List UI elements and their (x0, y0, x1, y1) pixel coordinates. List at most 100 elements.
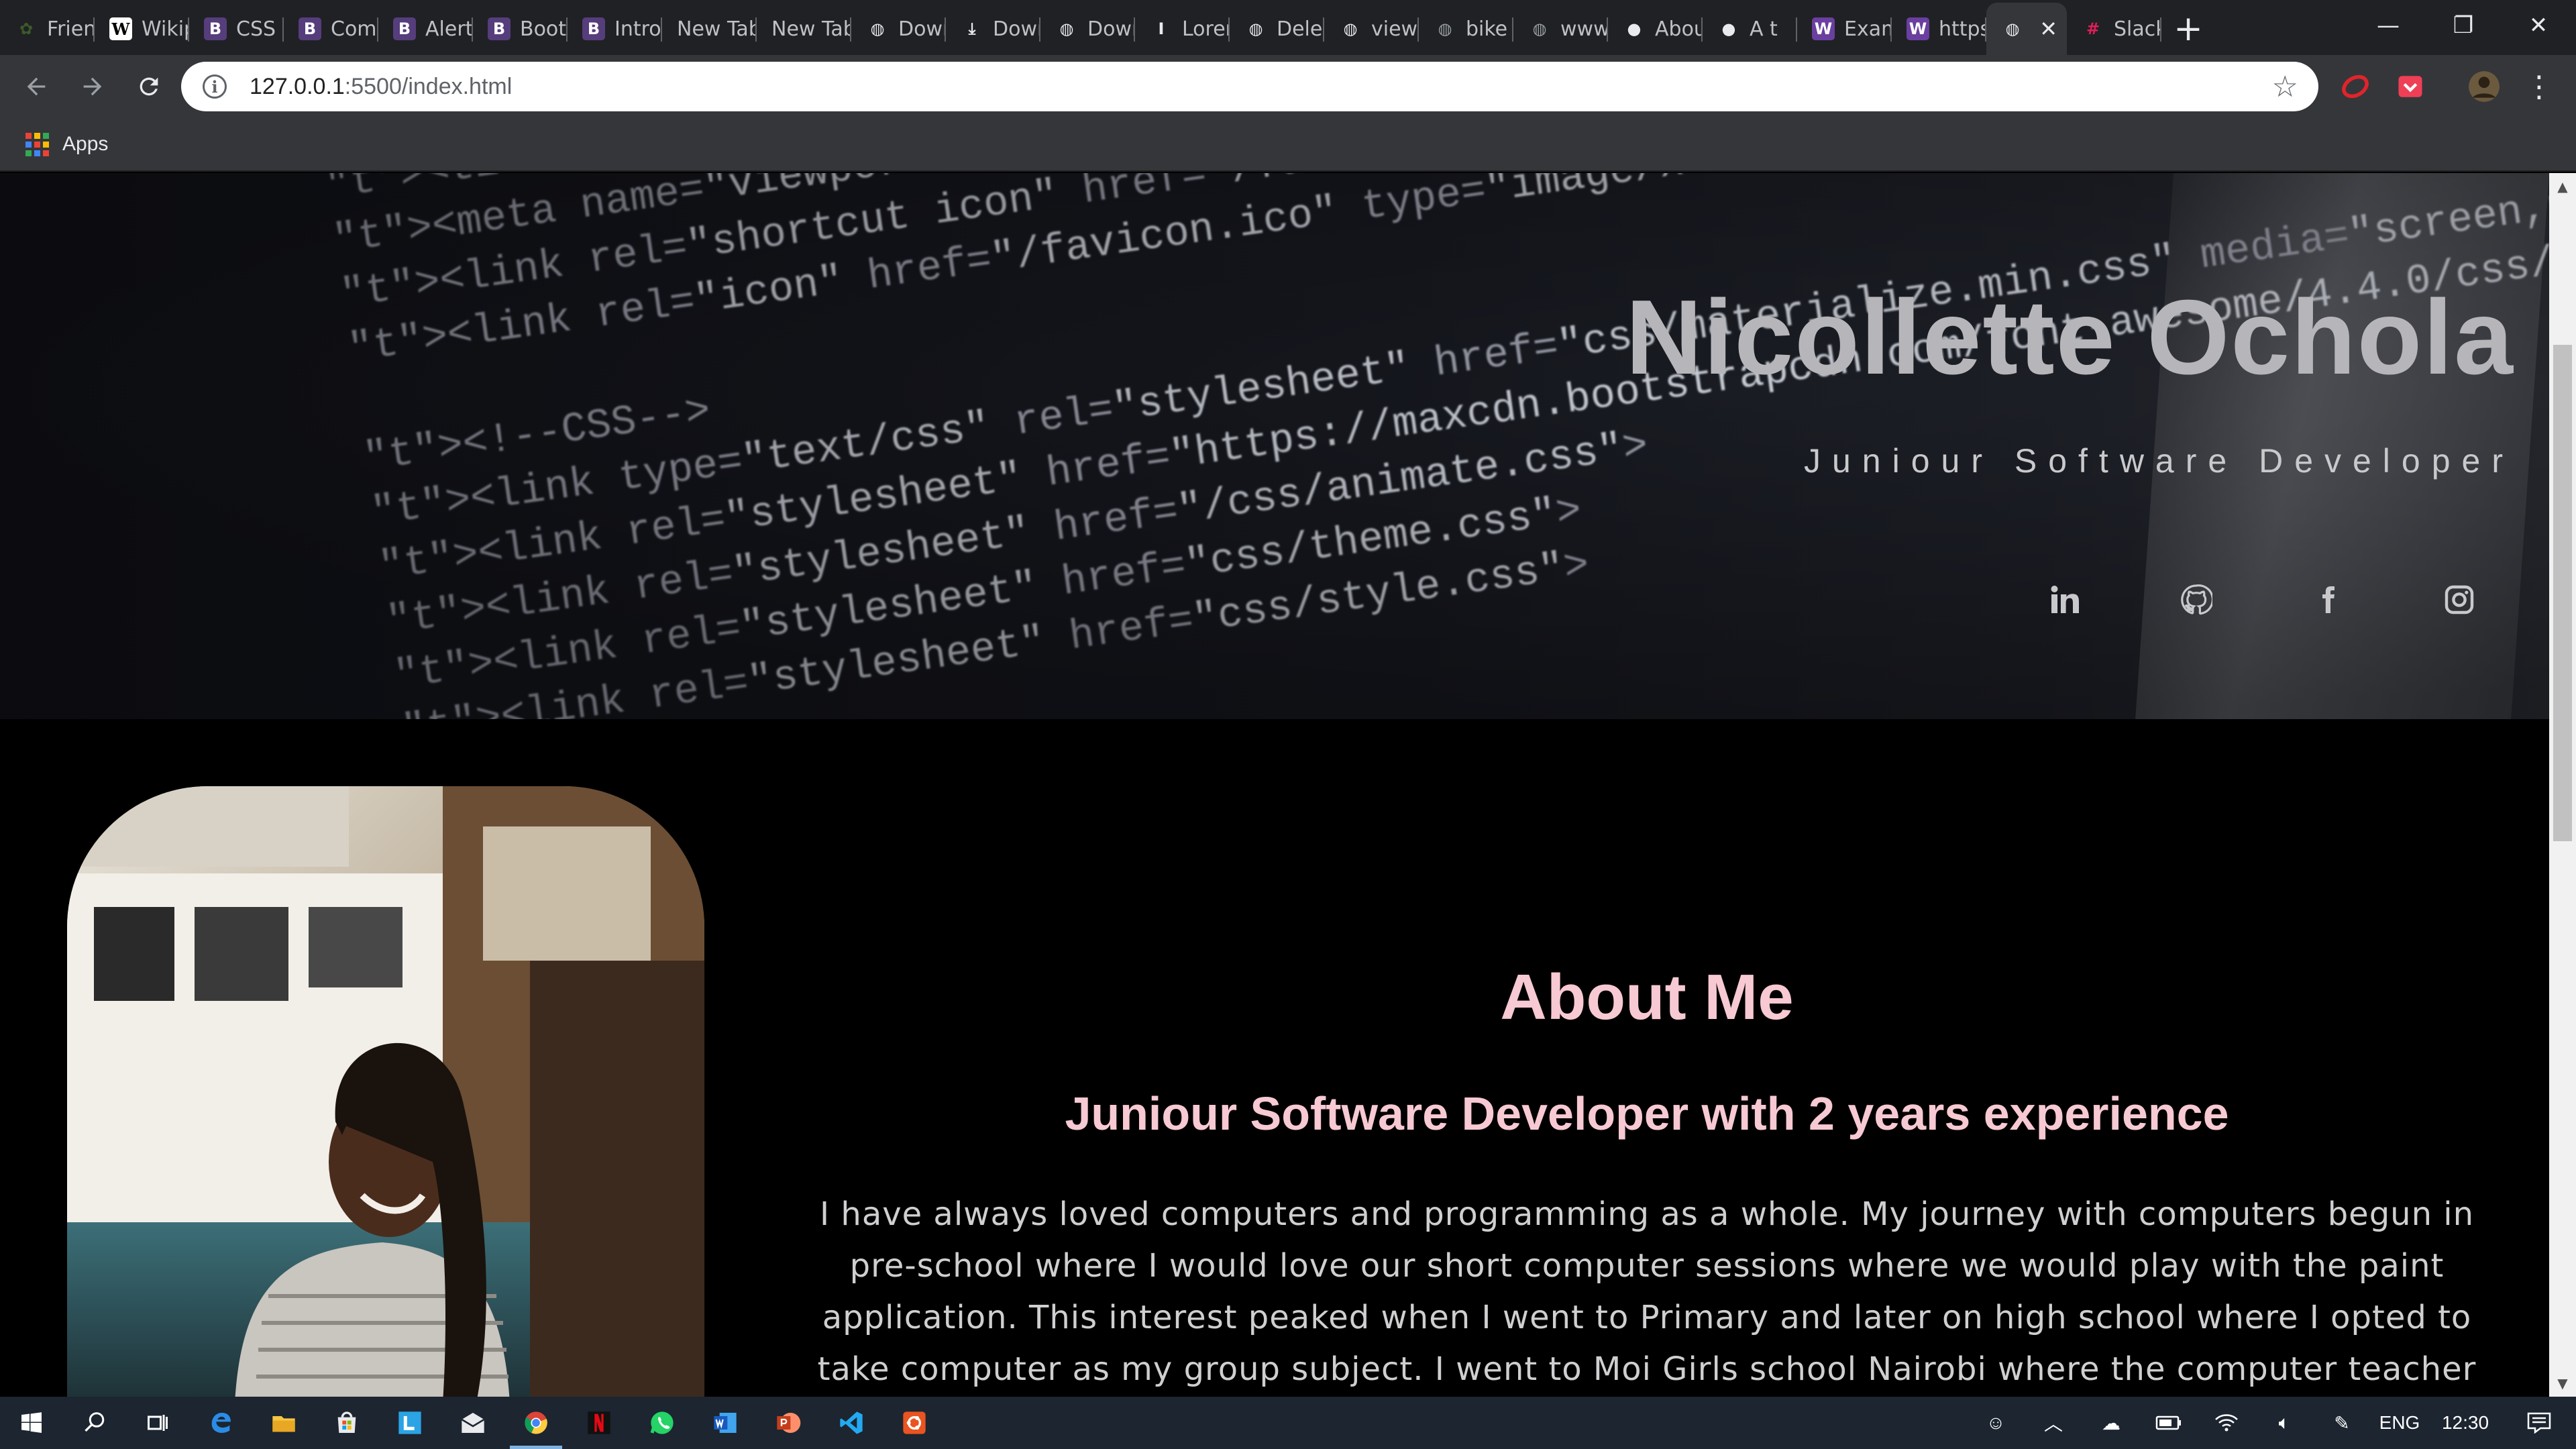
bootstrap-icon: B (299, 17, 321, 40)
restore-button[interactable]: ❐ (2426, 0, 2501, 51)
lastpass-extension-icon[interactable] (2333, 64, 2377, 109)
tab-title: About (1655, 17, 1703, 41)
netflix-icon (586, 1409, 612, 1436)
store-icon (333, 1409, 360, 1436)
task-view-icon (146, 1411, 170, 1435)
close-tab-icon[interactable]: ✕ (2039, 16, 2057, 42)
mail-taskbar-button[interactable] (441, 1397, 504, 1449)
tab-title: A t (1750, 17, 1778, 41)
browser-tab[interactable]: ◍ Delete (1230, 3, 1324, 55)
site-info-icon[interactable]: i (203, 74, 227, 99)
browser-tab[interactable]: ◍ Download (1040, 3, 1135, 55)
browser-tab[interactable]: B Alerts (378, 3, 473, 55)
tab-title: Components (331, 17, 378, 41)
chrome-icon (523, 1409, 549, 1436)
vscode-taskbar-button[interactable] (820, 1397, 883, 1449)
browser-tab[interactable]: B CSS (189, 3, 284, 55)
chrome-taskbar-button[interactable] (504, 1397, 568, 1449)
pocket-extension-icon[interactable] (2388, 64, 2432, 109)
app-l-taskbar-button[interactable] (378, 1397, 441, 1449)
vscode-icon (838, 1409, 865, 1436)
tab-title: Example (1844, 17, 1892, 41)
reload-button[interactable] (121, 58, 177, 115)
netflix-taskbar-button[interactable] (568, 1397, 631, 1449)
github-link[interactable] (2131, 573, 2262, 627)
browser-tab[interactable]: ◍ view (1324, 3, 1419, 55)
wifi-icon[interactable] (2198, 1397, 2255, 1449)
edge-icon (207, 1409, 234, 1436)
browser-tab[interactable]: ⤓ Download (946, 3, 1040, 55)
minimize-button[interactable]: — (2351, 0, 2426, 51)
instagram-link[interactable] (2394, 573, 2525, 627)
file-explorer-taskbar-button[interactable] (252, 1397, 315, 1449)
browser-tab[interactable]: B Components (284, 3, 378, 55)
browser-tab[interactable]: W Wikipedia (95, 3, 189, 55)
browser-toolbar: i 127.0.0.1:5500/index.html ☆ ⋮ (0, 55, 2576, 118)
browser-tab[interactable]: I Lorem (1135, 3, 1230, 55)
browser-tab[interactable]: ◍ Download (851, 3, 946, 55)
new-tab-button[interactable]: + (2161, 3, 2215, 55)
tab-list: ✿ Friends W Wikipedia B CSS B Components B Alerts… (0, 3, 2161, 55)
tab-title: CSS (236, 17, 276, 41)
scroll-down-arrow-icon[interactable]: ▼ (2549, 1370, 2576, 1397)
profile-avatar[interactable] (2462, 64, 2506, 109)
linkedin-icon (2051, 586, 2079, 613)
language-indicator[interactable]: ENG (2371, 1397, 2428, 1449)
forward-button[interactable] (64, 58, 121, 115)
wikipedia-icon: W (109, 17, 132, 40)
address-bar[interactable]: i 127.0.0.1:5500/index.html ☆ (181, 62, 2318, 111)
browser-tab[interactable]: ◍ bike (1419, 3, 1513, 55)
pen-icon[interactable]: ✎ (2313, 1397, 2371, 1449)
page-scrollbar[interactable]: ▲ ▼ (2549, 173, 2576, 1397)
clock[interactable]: 12:30 (2428, 1397, 2502, 1449)
facebook-link[interactable] (2262, 573, 2394, 627)
mail-icon (460, 1409, 486, 1436)
browser-tab[interactable]: ✿ Friends (0, 3, 95, 55)
browser-tab[interactable]: ● A t (1703, 3, 1797, 55)
bookmark-star-icon[interactable]: ☆ (2272, 70, 2298, 104)
browser-tab[interactable]: Whttps (1892, 3, 1986, 55)
browser-tab[interactable]: # Slack (2067, 3, 2161, 55)
notifications-icon[interactable] (2502, 1397, 2576, 1449)
browser-tab[interactable]: New Tab (757, 3, 851, 55)
tab-title: view (1371, 17, 1418, 41)
onedrive-icon[interactable]: ☁ (2082, 1397, 2140, 1449)
browser-tab[interactable]: New Tab (662, 3, 757, 55)
url-text[interactable]: 127.0.0.1:5500/index.html (250, 74, 512, 100)
linkedin-link[interactable] (1999, 573, 2131, 627)
word-icon (712, 1409, 739, 1436)
task-view-taskbar-button[interactable] (126, 1397, 189, 1449)
scrollbar-thumb[interactable] (2553, 345, 2572, 841)
text-cursor-icon: I (1158, 19, 1165, 38)
apps-bookmark[interactable]: Apps (62, 133, 108, 156)
browser-tab[interactable]: W Example (1797, 3, 1892, 55)
powerpoint-taskbar-button[interactable] (757, 1397, 820, 1449)
word-taskbar-button[interactable] (694, 1397, 757, 1449)
store-taskbar-button[interactable] (315, 1397, 378, 1449)
battery-icon[interactable] (2140, 1397, 2198, 1449)
whatsapp-taskbar-button[interactable] (631, 1397, 694, 1449)
tab-strip: ✿ Friends W Wikipedia B CSS B Components B Alerts… (0, 0, 2576, 55)
search-taskbar-button[interactable] (63, 1397, 126, 1449)
browser-tab[interactable]: B Introduction (568, 3, 662, 55)
browser-tab[interactable]: ● About (1608, 3, 1703, 55)
volume-icon[interactable]: 🔈︎ (2255, 1397, 2313, 1449)
apps-grid-icon[interactable] (25, 132, 49, 156)
hero-role: Juniour Software Developer (1804, 442, 2514, 480)
scroll-up-arrow-icon[interactable]: ▲ (2549, 173, 2576, 200)
browser-tab[interactable]: ◍ www (1513, 3, 1608, 55)
close-window-button[interactable]: ✕ (2501, 0, 2576, 51)
tab-title: Wikipedia (142, 17, 189, 41)
browser-tab[interactable]: B Bootstrap (473, 3, 568, 55)
windows-start-taskbar-button[interactable] (0, 1397, 63, 1449)
ubuntu-icon (901, 1409, 928, 1436)
w3schools-icon: W (1907, 17, 1929, 40)
show-hidden-icons-icon[interactable]: ︿ (2025, 1397, 2082, 1449)
browser-tab[interactable]: ◍ ✕ (1986, 3, 2067, 55)
ubuntu-taskbar-button[interactable] (883, 1397, 946, 1449)
people-icon[interactable]: ☺ (1967, 1397, 2025, 1449)
edge-taskbar-button[interactable] (189, 1397, 252, 1449)
browser-menu-icon[interactable]: ⋮ (2517, 64, 2561, 109)
back-button[interactable] (8, 58, 64, 115)
about-section: About Me Juniour Software Developer with… (0, 719, 2549, 1397)
